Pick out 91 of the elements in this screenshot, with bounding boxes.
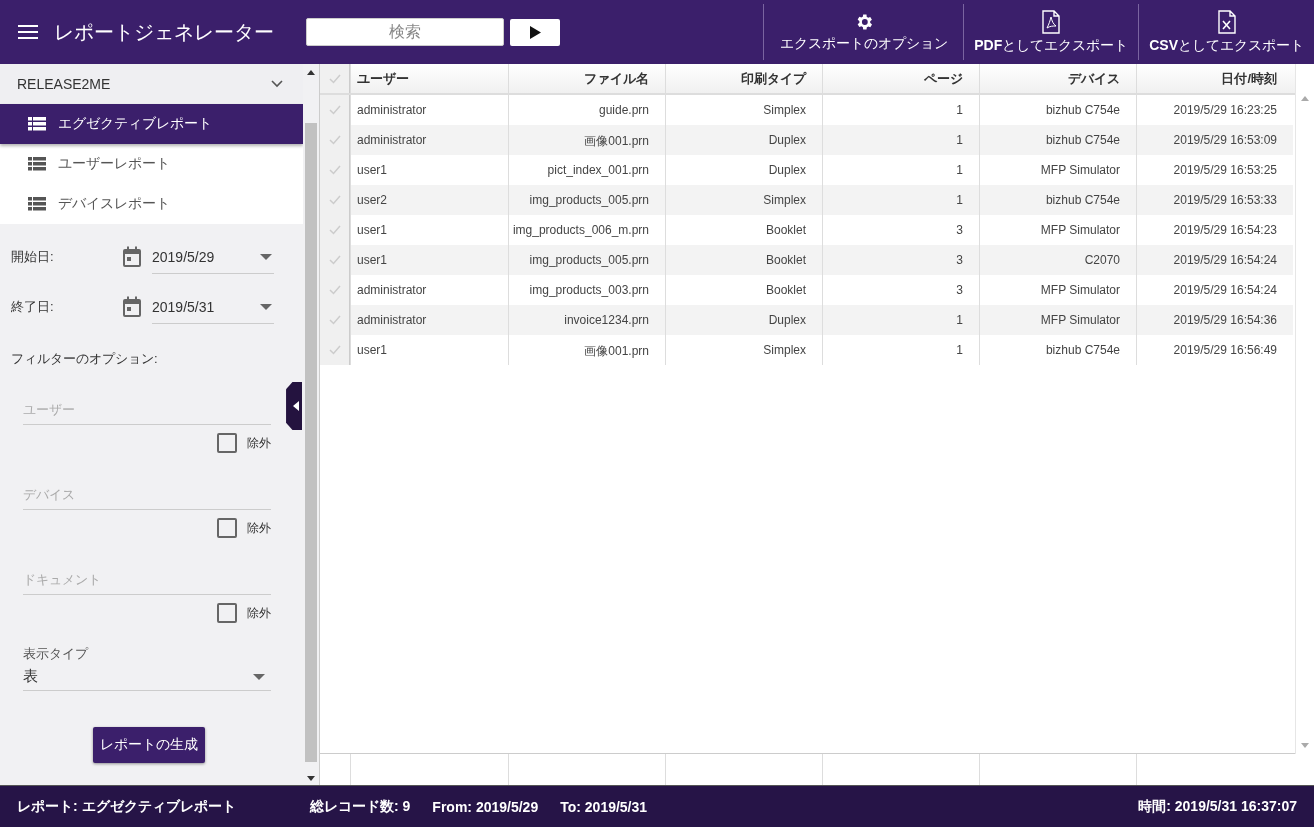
table-cell: 2019/5/29 16:56:49: [1136, 335, 1293, 365]
menu-icon[interactable]: [18, 24, 38, 40]
dropdown-caret-icon[interactable]: [260, 303, 272, 310]
table-cell: invoice1234.prn: [508, 305, 665, 335]
table-cell: 2019/5/29 16:54:24: [1136, 245, 1293, 275]
table-cell: Simplex: [665, 185, 822, 215]
table-cell: Booklet: [665, 245, 822, 275]
table-cell: Simplex: [665, 335, 822, 365]
column-header[interactable]: 印刷タイプ: [665, 64, 822, 93]
app-title: レポートジェネレーター: [54, 19, 274, 45]
list-icon: [28, 157, 46, 171]
exclude-checkbox[interactable]: [217, 518, 237, 538]
status-record-count: 総レコード数: 9: [310, 797, 411, 816]
report-menu-item[interactable]: エグゼクティブレポート: [0, 104, 304, 144]
export-button[interactable]: PDFとしてエクスポート: [963, 4, 1139, 60]
table-cell: user1: [350, 335, 508, 365]
check-icon[interactable]: [328, 73, 341, 84]
date-picker[interactable]: 2019/5/29: [152, 240, 274, 274]
exclude-label: 除外: [247, 604, 271, 622]
table-cell: C2070: [979, 245, 1136, 275]
column-header[interactable]: ユーザー: [350, 64, 508, 93]
scroll-down-arrow-icon[interactable]: [307, 776, 315, 781]
dropdown-caret-icon[interactable]: [260, 253, 272, 260]
date-label: 終了日:: [11, 298, 55, 316]
status-from-date: From: 2019/5/29: [432, 798, 539, 815]
column-header[interactable]: ページ: [822, 64, 979, 93]
list-icon: [28, 117, 46, 131]
table-cell: bizhub C754e: [979, 335, 1136, 365]
table-cell: bizhub C754e: [979, 125, 1136, 155]
table-cell: 画像001.prn: [508, 335, 665, 365]
table-cell: MFP Simulator: [979, 305, 1136, 335]
table-cell: 1: [822, 185, 979, 215]
row-select-check-icon[interactable]: [328, 315, 341, 325]
date-picker[interactable]: 2019/5/31: [152, 290, 274, 324]
status-to-date: To: 2019/5/31: [560, 798, 648, 815]
table-cell: 1: [822, 305, 979, 335]
export-button[interactable]: CSVとしてエクスポート: [1138, 4, 1314, 60]
column-header[interactable]: 日付/時刻: [1136, 64, 1293, 93]
status-time: 時間: 2019/5/31 16:37:07: [1138, 797, 1297, 816]
row-select-check-icon[interactable]: [328, 285, 341, 295]
row-select-check-icon[interactable]: [328, 345, 341, 355]
report-menu-item[interactable]: デバイスレポート: [0, 184, 304, 224]
table-cell: user1: [350, 245, 508, 275]
row-select-check-icon[interactable]: [328, 225, 341, 235]
table-cell: img_products_005.prn: [508, 245, 665, 275]
table-cell: 画像001.prn: [508, 125, 665, 155]
filter-input-field[interactable]: デバイス: [23, 479, 271, 510]
search-button[interactable]: [510, 18, 560, 46]
play-icon: [529, 25, 541, 39]
table-cell: 1: [822, 125, 979, 155]
exclude-checkbox[interactable]: [217, 433, 237, 453]
spreadsheet-file-icon: [1217, 9, 1236, 34]
search-field[interactable]: 検索: [306, 18, 504, 46]
date-label: 開始日:: [11, 248, 55, 266]
dropdown-caret-icon[interactable]: [253, 673, 265, 680]
table-cell: img_products_005.prn: [508, 185, 665, 215]
row-select-check-icon[interactable]: [328, 135, 341, 145]
export-button[interactable]: エクスポートのオプション: [763, 4, 964, 60]
status-report: レポート: エグゼクティブレポート: [17, 797, 237, 816]
exclude-checkbox[interactable]: [217, 603, 237, 623]
row-select-check-icon[interactable]: [328, 255, 341, 265]
table-cell: administrator: [350, 305, 508, 335]
exclude-label: 除外: [247, 519, 271, 537]
table-cell: 3: [822, 245, 979, 275]
report-menu-item[interactable]: ユーザーレポート: [0, 144, 304, 184]
pdf-file-icon: [1042, 9, 1061, 34]
row-select-check-icon[interactable]: [328, 195, 341, 205]
table-cell: 1: [822, 335, 979, 365]
row-select-check-icon[interactable]: [328, 105, 341, 115]
table-cell: bizhub C754e: [979, 185, 1136, 215]
table-cell: 2019/5/29 16:54:36: [1136, 305, 1293, 335]
collapse-panel-handle[interactable]: [286, 382, 303, 430]
column-header[interactable]: ファイル名: [508, 64, 665, 93]
scroll-up-arrow-icon[interactable]: [307, 70, 315, 75]
table-cell: Duplex: [665, 305, 822, 335]
generate-report-button[interactable]: レポートの生成: [92, 727, 205, 763]
filter-heading: フィルターのオプション:: [11, 350, 159, 368]
calendar-icon: [122, 246, 142, 268]
table-cell: 2019/5/29 16:53:09: [1136, 125, 1293, 155]
exclude-label: 除外: [247, 434, 271, 452]
table-cell: administrator: [350, 125, 508, 155]
display-type-select[interactable]: 表示タイプ 表: [23, 645, 271, 691]
table-cell: user2: [350, 185, 508, 215]
table-cell: Duplex: [665, 125, 822, 155]
filter-input-field[interactable]: ユーザー: [23, 394, 271, 425]
column-header[interactable]: デバイス: [979, 64, 1136, 93]
row-select-check-icon[interactable]: [328, 165, 341, 175]
calendar-icon: [122, 296, 142, 318]
list-icon: [28, 197, 46, 211]
filter-input-field[interactable]: ドキュメント: [23, 564, 271, 595]
table-cell: 2019/5/29 16:53:33: [1136, 185, 1293, 215]
